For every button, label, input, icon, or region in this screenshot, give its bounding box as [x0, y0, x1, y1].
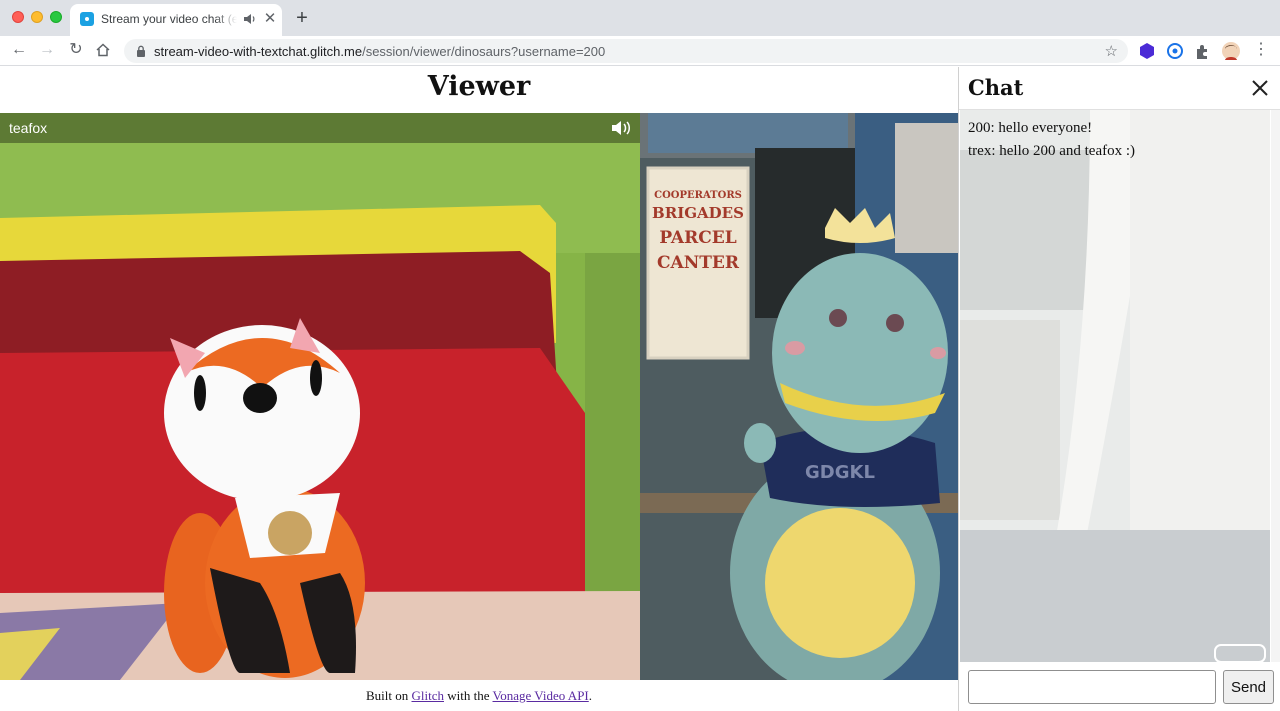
extension-hexagon-icon[interactable] [1137, 41, 1157, 61]
svg-text:CANTER: CANTER [657, 253, 740, 273]
glitch-link[interactable]: Glitch [412, 688, 445, 703]
svg-text:PARCEL: PARCEL [659, 228, 736, 248]
chat-title: Chat [968, 75, 1024, 100]
reload-icon[interactable]: ↻ [66, 40, 86, 60]
vonage-video-api-link[interactable]: Vonage Video API [493, 688, 589, 703]
page-title: Viewer [427, 71, 531, 102]
dino-video-frame: BRIGADES PARCEL CANTER COOPERATORS GDGKL [640, 113, 958, 680]
svg-text:GDGKL: GDGKL [805, 462, 875, 483]
chat-message-list: 200: hello everyone! trex: hello 200 and… [968, 117, 1135, 163]
chat-message: trex: hello 200 and teafox :) [968, 143, 1136, 159]
video-name-bar: teafox [0, 113, 640, 143]
chat-message: 200: hello everyone! [968, 120, 1093, 136]
video-stream-teafox[interactable]: teafox [0, 113, 640, 680]
extensions-puzzle-icon[interactable] [1193, 41, 1213, 61]
browser-tab[interactable]: Stream your video chat (en ✕ [70, 4, 282, 36]
svg-text:COOPERATORS: COOPERATORS [654, 190, 742, 201]
close-tab-icon[interactable]: ✕ [262, 10, 278, 28]
speaker-volume-icon[interactable] [609, 118, 637, 138]
chat-panel: Chat 200: hello everyone! trex: hello 20… [958, 67, 1280, 711]
forward-icon[interactable]: → [37, 40, 57, 60]
browser-toolbar: ← → ↻ stream-video-with-textchat.glitch.… [0, 36, 1280, 66]
chat-background-video [960, 110, 1270, 662]
extension-key-icon[interactable] [1165, 41, 1185, 61]
chat-scrollbar[interactable] [1271, 110, 1280, 662]
home-icon[interactable] [95, 42, 111, 58]
video-stream-trex[interactable]: BRIGADES PARCEL CANTER COOPERATORS GDGKL [640, 113, 958, 680]
viewer-main: Viewer teafox BRIGADES PARCEL CANTER COO… [0, 67, 958, 711]
new-tab-button[interactable]: + [292, 6, 312, 30]
bookmark-star-icon[interactable]: ☆ [1105, 42, 1118, 60]
close-window-button[interactable] [12, 11, 24, 23]
glitch-favicon-icon [80, 12, 94, 26]
video-username-label: teafox [9, 120, 48, 136]
maximize-window-button[interactable] [50, 11, 62, 23]
chat-message-input[interactable] [968, 670, 1216, 704]
url-text: stream-video-with-textchat.glitch.me/ses… [154, 44, 606, 59]
lock-icon [137, 45, 145, 57]
speaker-icon[interactable] [242, 11, 258, 27]
chat-header: Chat [959, 67, 1280, 110]
chat-messages-area[interactable]: 200: hello everyone! trex: hello 200 and… [960, 110, 1270, 662]
page: Viewer teafox BRIGADES PARCEL CANTER COO… [0, 67, 1280, 711]
svg-text:BRIGADES: BRIGADES [652, 204, 744, 222]
page-footer: Built on Glitch with the Vonage Video AP… [365, 688, 593, 703]
profile-avatar[interactable] [1221, 41, 1241, 61]
minimize-window-button[interactable] [31, 11, 43, 23]
close-chat-icon[interactable] [1251, 79, 1269, 97]
tab-title: Stream your video chat (en [101, 12, 237, 26]
browser-tab-bar: Stream your video chat (en ✕ + [0, 0, 1280, 36]
address-bar[interactable]: stream-video-with-textchat.glitch.me/ses… [124, 39, 1128, 63]
fox-video-frame [0, 113, 640, 680]
back-icon[interactable]: ← [9, 40, 29, 60]
send-button[interactable]: Send [1223, 670, 1274, 704]
browser-menu-icon[interactable]: ⋮ [1251, 40, 1271, 60]
